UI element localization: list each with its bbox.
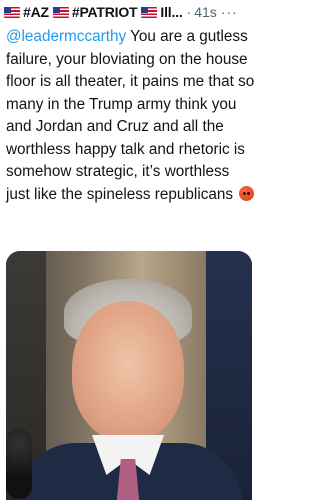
us-flag-icon bbox=[4, 6, 20, 18]
author-name-tag1: #AZ bbox=[23, 4, 49, 20]
tweet-media-photo[interactable] bbox=[6, 251, 252, 500]
tweet-header: #AZ #PATRIOT Ill... · 41s ··· bbox=[4, 1, 258, 23]
microphone-icon bbox=[6, 429, 32, 499]
timestamp[interactable]: 41s bbox=[194, 4, 217, 20]
tweet-text: @leadermccarthy You are a gutless failur… bbox=[6, 26, 256, 206]
author-name-tag3: Ill... bbox=[160, 4, 183, 20]
face-shape bbox=[72, 301, 184, 441]
us-flag-icon bbox=[141, 6, 158, 18]
tweet-body: You are a gutless failure, your bloviati… bbox=[6, 28, 259, 203]
mention-link[interactable]: @leadermccarthy bbox=[6, 28, 126, 45]
author-name[interactable]: #AZ #PATRIOT Ill... bbox=[4, 4, 183, 20]
angry-face-emoji-icon bbox=[239, 185, 255, 201]
separator-dot: · bbox=[186, 4, 192, 20]
author-name-tag2: #PATRIOT bbox=[71, 4, 138, 20]
us-flag-icon bbox=[52, 6, 69, 18]
more-options-icon[interactable]: ··· bbox=[221, 4, 238, 20]
